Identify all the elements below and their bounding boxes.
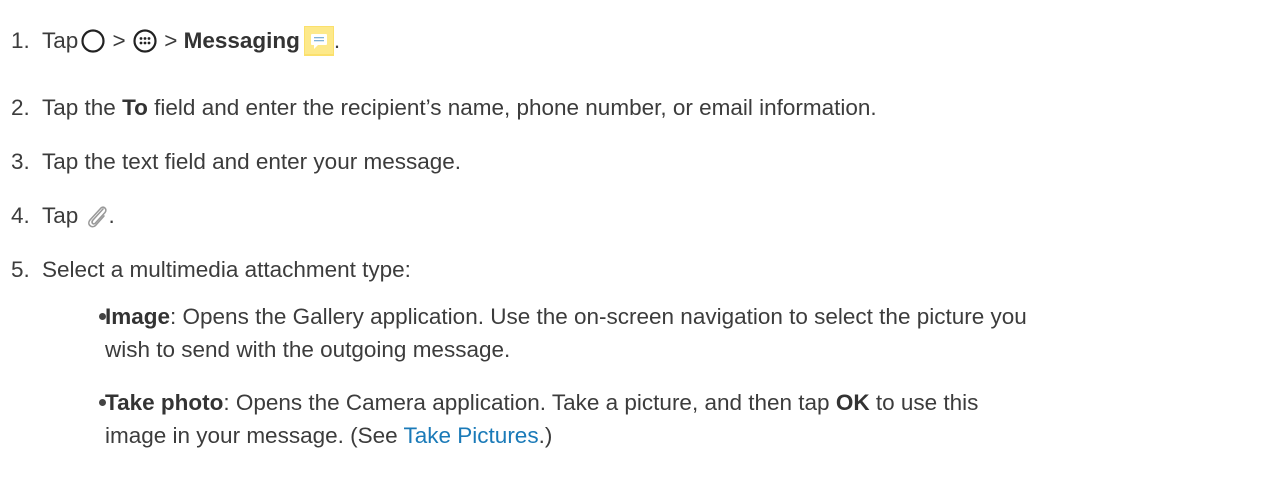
bullet-line: Take photo: Opens the Camera application… (105, 386, 1235, 419)
bullet-item-image: Image: Opens the Gallery application. Us… (0, 300, 1261, 370)
messaging-app-icon (303, 26, 334, 56)
step-5: 5. Select a multimedia attachment type: (11, 253, 411, 287)
step-number: 3. (11, 149, 30, 174)
bullet-line: wish to send with the outgoing message. (105, 333, 1235, 366)
step-text: Tap (42, 28, 79, 53)
separator: > (112, 28, 126, 53)
field-name: To (122, 95, 148, 120)
bullet-text: : Opens the Gallery application. Use the… (170, 304, 1027, 329)
bullet-term: Image (105, 304, 171, 329)
bullet-line: Image: Opens the Gallery application. Us… (105, 300, 1235, 333)
home-circle-icon (81, 29, 105, 53)
separator: > (164, 28, 178, 53)
period: . (108, 203, 115, 228)
bullet-item-take-photo: Take photo: Opens the Camera application… (0, 386, 1261, 456)
step-text: Tap the text field and enter your messag… (42, 149, 461, 174)
step-number: 2. (11, 95, 30, 120)
ok-label: OK (835, 390, 870, 415)
step-text: field and enter the recipient’s name, ph… (154, 95, 877, 120)
step-text: Select a multimedia attachment type: (42, 257, 411, 282)
paperclip-icon (87, 206, 107, 228)
step-4: 4. Tap . (11, 199, 115, 233)
period: . (333, 28, 341, 53)
bullet-text: wish to send with the outgoing message. (105, 337, 511, 362)
step-number: 4. (11, 203, 30, 228)
app-name: Messaging (183, 28, 300, 53)
step-text: Tap the (42, 95, 116, 120)
step-1: 1. Tap > > Messaging . (11, 24, 340, 58)
step-3: 3. Tap the text field and enter your mes… (11, 145, 461, 179)
step-2: 2. Tap the To field and enter the recipi… (11, 91, 877, 125)
bullet-text: to use this (875, 390, 979, 415)
bullet-text: .) (538, 423, 553, 448)
bullet-text: : Opens the Camera application. Take a p… (223, 390, 830, 415)
bullet-text: image in your message. (See (105, 423, 398, 448)
apps-grid-icon (133, 29, 157, 53)
bullet-line: image in your message. (See Take Picture… (105, 419, 1235, 452)
bullet-term: Take photo (105, 390, 224, 415)
take-pictures-link[interactable]: Take Pictures (404, 423, 539, 448)
step-number: 5. (11, 257, 30, 282)
step-number: 1. (11, 28, 30, 53)
step-text: Tap (42, 203, 79, 228)
